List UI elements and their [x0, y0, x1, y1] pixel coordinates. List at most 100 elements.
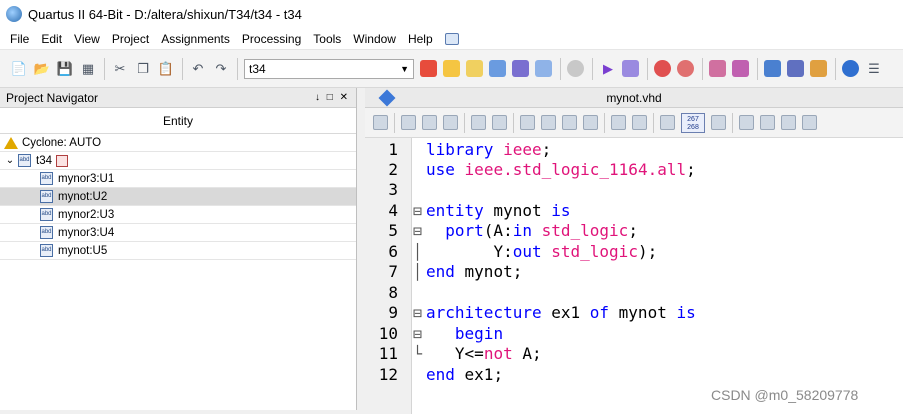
save-icon[interactable]: 💾 [56, 60, 74, 78]
paste-icon[interactable]: 📋 [157, 60, 175, 78]
fitter-icon[interactable] [535, 60, 552, 77]
toolbar-separator [182, 57, 183, 80]
tree-child-row[interactable]: abd mynor3:U1 [0, 170, 356, 188]
menu-help[interactable]: Help [402, 28, 439, 50]
spell-check-icon[interactable] [711, 115, 726, 130]
code-line-6: Y:out std_logic); [426, 242, 657, 262]
line-number-toggle-icon[interactable]: 267 268 [681, 112, 705, 133]
next-bookmark-icon[interactable] [541, 115, 556, 130]
pin-planner-icon[interactable] [443, 60, 460, 77]
main-toolbar: 📄 📂 💾 ▦ ✂ ❐ 📋 ↶ ↷ t34 ▼ ▶ ☰ [0, 50, 903, 88]
identifier: ex1 [541, 303, 590, 322]
fold-guide-icon: │ [413, 243, 423, 261]
cut-icon[interactable]: ✂ [111, 60, 129, 78]
keyword: port [445, 221, 484, 240]
insert-template-icon[interactable] [373, 115, 388, 130]
assignment-editor-icon[interactable] [420, 60, 437, 77]
goto-icon[interactable] [443, 115, 458, 130]
device-row[interactable]: Cyclone: AUTO [0, 134, 356, 152]
help-icon[interactable] [842, 60, 859, 77]
start-compilation-icon[interactable]: ▶ [599, 60, 617, 78]
stop-icon[interactable] [567, 60, 584, 77]
menu-project[interactable]: Project [106, 28, 155, 50]
identifier: (A: [483, 221, 513, 240]
menu-assignments[interactable]: Assignments [155, 28, 236, 50]
line-number: 10 [378, 324, 398, 343]
library-name: ieee [503, 140, 542, 159]
menu-file[interactable]: File [4, 28, 35, 50]
title-bar: Quartus II 64-Bit - D:/altera/shixun/T34… [0, 0, 903, 28]
help-search-icon[interactable] [444, 32, 459, 45]
punctuation: ; [686, 160, 696, 179]
chevron-down-icon[interactable]: ⌄ [4, 155, 16, 166]
analysis-icon[interactable] [489, 60, 506, 77]
fold-collapse-icon[interactable]: ⊟ [413, 221, 425, 241]
project-select[interactable]: t34 ▼ [244, 58, 414, 79]
tree-child-label: mynot:U5 [58, 244, 108, 257]
unindent-icon[interactable] [492, 115, 507, 130]
identifier: A; [512, 344, 542, 363]
bookmark-icon[interactable] [520, 115, 535, 130]
search-icon[interactable]: ☰ [865, 60, 883, 78]
code-line-12: end ex1; [426, 365, 503, 385]
prev-bookmark-icon[interactable] [562, 115, 577, 130]
timing-analyzer-icon[interactable] [654, 60, 671, 77]
keyword: of [589, 303, 610, 322]
settings-wand-icon[interactable] [466, 60, 483, 77]
wrap-icon[interactable] [739, 115, 754, 130]
device-label: Cyclone: AUTO [22, 136, 102, 149]
analysis-elaboration-icon[interactable] [622, 60, 639, 77]
timequest-icon[interactable] [677, 60, 694, 77]
panel-window-controls[interactable]: ↓ □ ✕ [315, 92, 350, 103]
new-file-icon[interactable]: 📄 [10, 60, 28, 78]
fold-collapse-icon[interactable]: ⊟ [413, 201, 425, 221]
tree-child-row[interactable]: abd mynor3:U4 [0, 224, 356, 242]
toolbar-separator [604, 112, 605, 133]
comment-icon[interactable] [611, 115, 626, 130]
undo-icon[interactable]: ↶ [189, 60, 207, 78]
menu-view[interactable]: View [68, 28, 106, 50]
entity-column-header[interactable]: Entity [0, 108, 356, 134]
code-line-1: library ieee; [426, 140, 551, 160]
line-number: 5 [388, 221, 398, 240]
redo-icon[interactable]: ↷ [212, 60, 230, 78]
top-entity-row[interactable]: ⌄ abd t34 [0, 152, 356, 170]
chip-planner-icon[interactable] [764, 60, 781, 77]
toolbar-separator [592, 57, 593, 80]
open-folder-icon[interactable]: 📂 [33, 60, 51, 78]
menu-processing[interactable]: Processing [236, 28, 307, 50]
project-navigator-title: Project Navigator [6, 90, 99, 105]
netlist-icon[interactable] [787, 60, 804, 77]
fold-end-icon: └ [413, 345, 423, 363]
view-toggle-icon[interactable] [802, 115, 817, 130]
entity-icon: abd [40, 190, 53, 203]
uncomment-icon[interactable] [632, 115, 647, 130]
rtl-viewer-icon[interactable] [709, 60, 726, 77]
menu-window[interactable]: Window [347, 28, 402, 50]
programmer-icon[interactable] [810, 60, 827, 77]
project-select-value: t34 [249, 61, 266, 76]
toolbar-separator [647, 57, 648, 80]
copy-icon[interactable]: ❐ [134, 60, 152, 78]
clear-bookmarks-icon[interactable] [583, 115, 598, 130]
tree-child-row[interactable]: abd mynot:U5 [0, 242, 356, 260]
editor-tab[interactable]: mynot.vhd [365, 88, 903, 108]
fold-collapse-icon[interactable]: ⊟ [413, 303, 425, 323]
tree-child-row[interactable]: abd mynor2:U3 [0, 206, 356, 224]
tree-child-label: mynor3:U1 [58, 172, 115, 185]
find-icon[interactable] [401, 115, 416, 130]
keyword: end [426, 365, 455, 384]
synthesis-icon[interactable] [512, 60, 529, 77]
menu-tools[interactable]: Tools [307, 28, 347, 50]
indent-icon[interactable] [471, 115, 486, 130]
expand-icon[interactable] [781, 115, 796, 130]
fold-collapse-icon[interactable]: ⊟ [413, 324, 425, 344]
technology-map-icon[interactable] [732, 60, 749, 77]
identifier: ex1; [454, 365, 504, 384]
menu-edit[interactable]: Edit [35, 28, 68, 50]
tree-child-row-selected[interactable]: abd mynot:U2 [0, 188, 356, 206]
collapse-icon[interactable] [760, 115, 775, 130]
save-all-icon[interactable]: ▦ [79, 60, 97, 78]
edit-icon[interactable] [660, 115, 675, 130]
replace-icon[interactable] [422, 115, 437, 130]
